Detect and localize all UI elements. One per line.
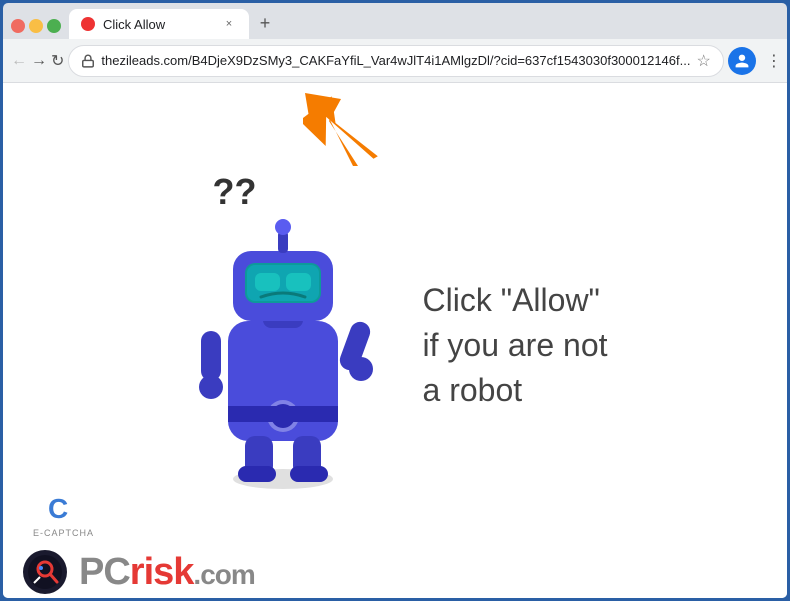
pcrisk-domain-text: .com <box>193 559 254 590</box>
message-line2: if you are not <box>423 323 608 368</box>
url-text: thezileads.com/B4DjeX9DzSMy3_CAKFaYfiL_V… <box>101 53 690 68</box>
toolbar-right-controls: ⋮ <box>728 45 790 77</box>
robot-svg <box>183 201 383 491</box>
pcrisk-text: PCrisk.com <box>79 551 255 594</box>
tab-close-button[interactable]: × <box>221 16 237 32</box>
robot-illustration: ?? <box>183 201 403 521</box>
captcha-message: Click "Allow" if you are not a robot <box>423 278 608 412</box>
ecaptcha-logo-icon: C <box>46 490 82 526</box>
pcrisk-watermark: PCrisk.com <box>3 546 787 598</box>
tab-favicon-icon <box>81 17 95 31</box>
browser-window: Click Allow × + ← → ↻ thezileads.com/B4D… <box>0 0 790 601</box>
page-content: ?? <box>3 83 787 598</box>
window-controls <box>7 19 67 39</box>
active-tab[interactable]: Click Allow × <box>69 9 249 39</box>
ecaptcha-label: E-CAPTCHA <box>33 528 94 538</box>
minimize-window-btn[interactable] <box>29 19 43 33</box>
address-bar[interactable]: thezileads.com/B4DjeX9DzSMy3_CAKFaYfiL_V… <box>68 45 723 77</box>
message-line3: a robot <box>423 368 608 413</box>
new-tab-button[interactable]: + <box>251 9 279 37</box>
more-options-button[interactable]: ⋮ <box>758 45 790 77</box>
forward-button[interactable]: → <box>31 45 47 77</box>
maximize-window-btn[interactable] <box>47 19 61 33</box>
pcrisk-risk-text: risk <box>130 551 194 593</box>
arrow-container <box>303 91 383 186</box>
profile-button[interactable] <box>728 47 756 75</box>
tab-bar: Click Allow × + <box>3 3 787 39</box>
browser-toolbar: ← → ↻ thezileads.com/B4DjeX9DzSMy3_CAKFa… <box>3 39 787 83</box>
tab-title: Click Allow <box>103 17 213 32</box>
message-line1: Click "Allow" <box>423 278 608 323</box>
close-window-btn[interactable] <box>11 19 25 33</box>
secure-icon <box>81 54 95 68</box>
orange-arrow-pointing-icon <box>303 91 373 171</box>
ecaptcha-area: C E-CAPTCHA <box>33 490 94 538</box>
main-content-area: ?? <box>183 201 608 521</box>
pcrisk-pc-text: PC <box>79 551 130 593</box>
reload-button[interactable]: ↻ <box>51 45 64 77</box>
pcrisk-logo-icon <box>23 550 67 594</box>
question-marks-text: ?? <box>213 171 257 213</box>
back-button[interactable]: ← <box>11 45 27 77</box>
svg-text:C: C <box>48 493 68 524</box>
bookmark-star-icon[interactable]: ☆ <box>696 51 710 71</box>
